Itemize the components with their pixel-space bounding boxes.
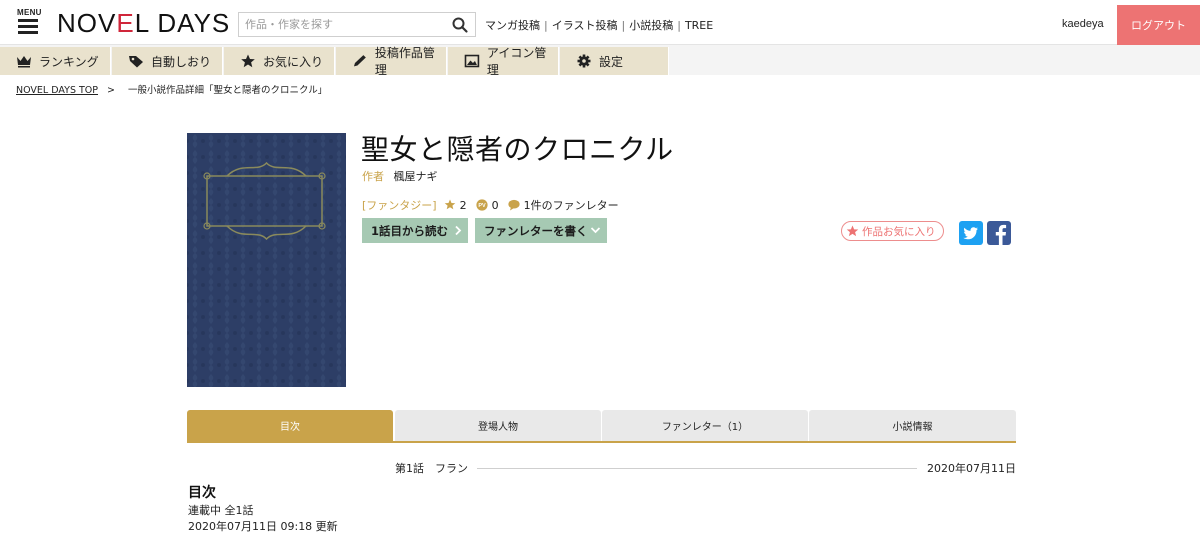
toc-heading: 目次 <box>188 485 216 501</box>
nav-item-manage-icons[interactable]: アイコン管理 <box>448 46 559 77</box>
novel-post-link[interactable]: 小説投稿 <box>629 19 673 32</box>
menu-bar-icon <box>18 31 38 34</box>
nav-item-settings[interactable]: 設定 <box>560 47 669 75</box>
breadcrumb-home-link[interactable]: NOVEL DAYS TOP <box>16 85 98 96</box>
search-box <box>238 12 476 37</box>
menu-button[interactable]: MENU <box>14 8 44 38</box>
nav-item-label: アイコン管理 <box>486 46 547 77</box>
read-first-episode-button[interactable]: 1話目から読む <box>362 218 468 243</box>
header-links: マンガ投稿 | イラスト投稿 | 小説投稿 | TREE <box>485 17 713 33</box>
nav-item-label: 自動しおり <box>151 54 212 69</box>
main-nav: ランキング 自動しおり お気に入り 投稿作品管理 アイコン管理 設定 <box>0 45 1200 77</box>
star-icon <box>241 54 255 68</box>
chevron-right-icon <box>455 225 462 236</box>
pv-icon: PV <box>475 199 488 211</box>
tab-label: ファンレター（1） <box>661 422 749 433</box>
facebook-icon[interactable] <box>987 221 1011 245</box>
tab-fan-letters[interactable]: ファンレター（1） <box>602 410 808 441</box>
book-cover-image <box>187 133 346 387</box>
breadcrumb-separator: > <box>107 85 116 96</box>
episode-divider-line <box>477 468 917 469</box>
nav-item-auto-bookmark[interactable]: 自動しおり <box>112 47 223 75</box>
tab-label: 登場人物 <box>478 422 518 433</box>
menu-label: MENU <box>17 8 42 17</box>
nav-item-ranking[interactable]: ランキング <box>0 47 111 75</box>
image-icon <box>464 54 480 68</box>
nav-item-label: ランキング <box>39 54 99 69</box>
author-name-link[interactable]: 楓屋ナギ <box>394 170 438 183</box>
nav-item-label: 設定 <box>599 54 624 69</box>
site-header: MENU NOVEL DAYS マンガ投稿|イラスト投稿|小説投稿|TREE k… <box>0 0 1200 45</box>
logo-text: NOV <box>57 8 117 38</box>
favorite-work-label: 作品お気に入り <box>862 225 936 238</box>
logo-text: L DAYS <box>134 8 231 38</box>
read-first-episode-label: 1話目から読む <box>371 223 449 238</box>
breadcrumb-current: 一般小説作品詳細「聖女と隠者のクロニクル」 <box>128 85 328 96</box>
logo-accent: E <box>116 8 135 38</box>
svg-text:PV: PV <box>478 203 486 209</box>
breadcrumb: NOVEL DAYS TOP > 一般小説作品詳細「聖女と隠者のクロニクル」 <box>16 82 327 96</box>
link-separator: | <box>621 19 626 32</box>
gear-icon <box>577 54 591 68</box>
fan-letter-count[interactable]: 1件のファンレター <box>524 197 619 213</box>
write-fan-letter-button[interactable]: ファンレターを書く <box>475 218 607 243</box>
nav-item-label: お気に入り <box>263 54 324 69</box>
cover-ornament-graphic <box>187 133 346 387</box>
tab-label: 小説情報 <box>892 422 933 433</box>
write-fan-letter-label: ファンレターを書く <box>484 223 588 238</box>
search-input[interactable] <box>239 13 439 36</box>
illust-post-link[interactable]: イラスト投稿 <box>552 19 618 32</box>
tab-novel-info[interactable]: 小説情報 <box>809 410 1016 441</box>
author-label: 作者 <box>362 170 384 183</box>
tree-link[interactable]: TREE <box>685 19 713 32</box>
tab-table-of-contents[interactable]: 目次 <box>187 410 393 441</box>
pen-icon <box>353 55 366 67</box>
work-title: 聖女と隠者のクロニクル <box>361 133 674 166</box>
work-tabs: 目次 登場人物 ファンレター（1） 小説情報 <box>187 410 1016 443</box>
nav-item-manage-works[interactable]: 投稿作品管理 <box>336 46 447 77</box>
menu-bar-icon <box>18 25 38 28</box>
star-count: 2 <box>459 198 467 212</box>
star-icon <box>846 225 859 236</box>
favorite-work-button[interactable]: 作品お気に入り <box>841 221 944 241</box>
link-separator: | <box>544 19 548 32</box>
last-updated: 2020年07月11日 09:18 更新 <box>188 520 338 533</box>
manga-post-link[interactable]: マンガ投稿 <box>485 19 540 32</box>
author-row: 作者 楓屋ナギ <box>362 168 438 184</box>
pv-count: 0 <box>491 198 499 212</box>
nav-item-label: 投稿作品管理 <box>374 46 435 77</box>
work-meta: [ファンタジー] 2 PV 0 1件のファンレター <box>362 197 628 213</box>
link-separator: | <box>677 19 681 32</box>
serial-status: 連載中 全1話 <box>188 504 254 517</box>
username[interactable]: kaedeya <box>1062 18 1104 30</box>
nav-item-favorites[interactable]: お気に入り <box>224 47 335 75</box>
chevron-down-icon <box>590 227 601 234</box>
twitter-icon[interactable] <box>959 221 983 245</box>
episode-date: 2020年07月11日 <box>927 462 1016 475</box>
tab-characters[interactable]: 登場人物 <box>395 410 601 441</box>
menu-bar-icon <box>18 19 38 22</box>
episode-title-link[interactable]: 第1話 フラン <box>395 460 468 476</box>
star-icon <box>444 199 455 210</box>
tag-icon <box>129 56 143 68</box>
site-logo[interactable]: NOVEL DAYS <box>57 9 230 37</box>
crown-icon <box>17 56 31 68</box>
speech-bubble-icon <box>507 199 520 211</box>
genre-link[interactable]: [ファンタジー] <box>362 197 437 213</box>
logout-button[interactable]: ログアウト <box>1117 5 1200 45</box>
episode-row[interactable]: 第1話 フラン 2020年07月11日 <box>395 460 1016 476</box>
tab-label: 目次 <box>280 422 300 433</box>
search-icon[interactable] <box>451 16 469 34</box>
